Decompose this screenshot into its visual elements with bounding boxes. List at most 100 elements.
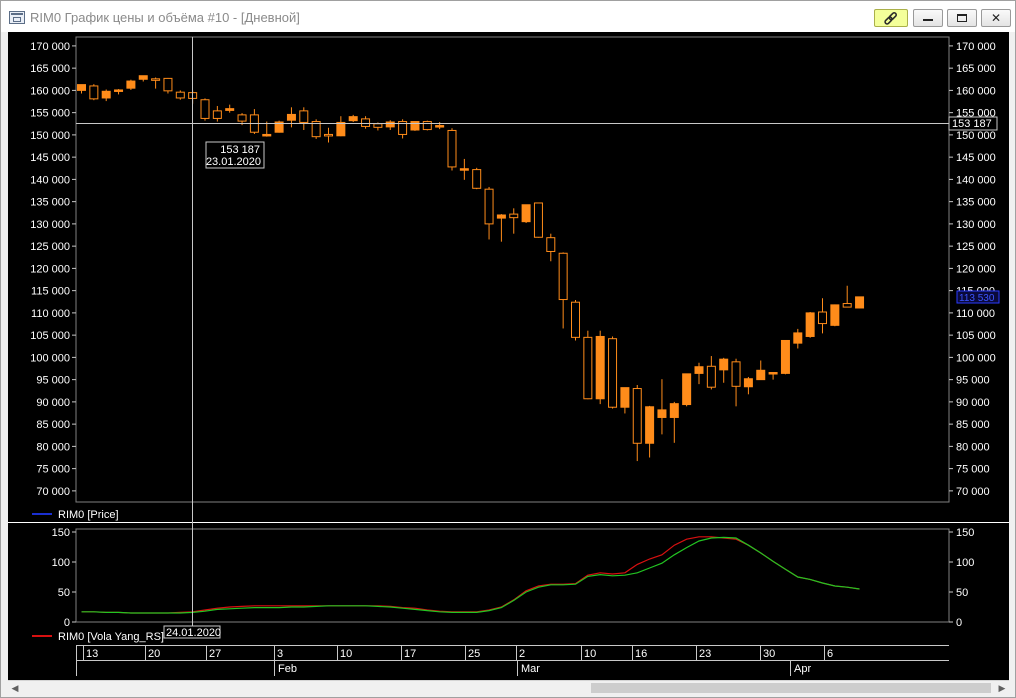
candle	[521, 204, 531, 223]
price-tick-label-right: 150 000	[956, 130, 996, 142]
candle-body-up	[114, 89, 124, 92]
candle	[348, 114, 358, 122]
day-label: 17	[404, 648, 416, 660]
price-tick-label-right: 160 000	[956, 85, 996, 97]
candle	[101, 89, 111, 102]
candle	[249, 109, 259, 135]
last-price-marker: 113 530	[956, 290, 1000, 304]
price-tick-label-left: 150 000	[30, 130, 70, 142]
candle-body-up	[657, 409, 667, 418]
candle	[768, 372, 778, 380]
candle	[793, 328, 803, 349]
price-tick-label-right: 105 000	[956, 330, 996, 342]
candle	[484, 186, 494, 240]
candle-body-up	[77, 84, 86, 91]
link-icon	[884, 12, 897, 25]
price-tick-label-left: 170 000	[30, 41, 70, 53]
candle	[756, 360, 766, 381]
close-button[interactable]: ✕	[981, 9, 1011, 27]
price-tick-label-left: 120 000	[30, 263, 70, 275]
candle-body-up	[225, 108, 235, 111]
candle	[447, 128, 457, 171]
maximize-icon	[948, 10, 976, 26]
scroll-right-arrow-icon[interactable]: ▶	[995, 682, 1009, 694]
price-tick-label-left: 80 000	[36, 441, 70, 453]
chart-area[interactable]: 70 000 75 000 80 000 85 000 90 000 95 000 100 …	[8, 32, 1009, 680]
vola-tick-label-left: 150	[52, 527, 70, 539]
candle-body-down	[533, 202, 543, 238]
candle-body-down	[151, 78, 161, 81]
price-tick-label-right: 100 000	[956, 352, 996, 364]
candle-body-up	[805, 312, 815, 337]
time-axis: 13 20 27 3 10 17 25 2 10 16 23 30 6 Feb Mar Apr	[76, 645, 949, 676]
candle	[472, 167, 482, 190]
candle-body-up	[645, 406, 655, 444]
vola-series-line	[81, 536, 860, 614]
crosshair-bottom-date-label: 24.01.2020	[166, 627, 221, 639]
day-label: 16	[635, 648, 647, 660]
vola-tick-label-right: 50	[956, 587, 968, 599]
candle	[632, 384, 642, 462]
price-tick-label-left: 130 000	[30, 219, 70, 231]
candle	[336, 116, 346, 137]
candle-body-up	[385, 121, 395, 128]
price-tick-label-left: 165 000	[30, 63, 70, 75]
candle-body-up	[694, 366, 704, 374]
candle-body-up	[286, 113, 296, 121]
candle	[138, 75, 148, 82]
minimize-button[interactable]	[913, 9, 943, 27]
month-label: Apr	[794, 663, 811, 675]
scroll-thumb[interactable]	[591, 683, 991, 693]
price-tick-label-right: 70 000	[956, 486, 990, 498]
candle-body-up	[682, 373, 692, 406]
time-axis-month-labels: Feb Mar Apr	[274, 661, 811, 676]
month-label: Feb	[278, 663, 297, 675]
crosshair: 153 187 23.01.2020 153 187 24.01.2020	[76, 37, 998, 639]
horizontal-scrollbar[interactable]: ◀ ▶	[8, 680, 1009, 694]
candle	[731, 358, 741, 407]
candle-body-up	[126, 80, 136, 89]
day-label: 20	[148, 648, 160, 660]
price-tick-label-left: 110 000	[31, 308, 70, 320]
candle-body-down	[509, 213, 519, 219]
price-y-axis-right: 70 000 75 000 80 000 85 000 90 000 95 000 100 …	[949, 41, 996, 498]
link-button[interactable]	[874, 9, 908, 27]
scroll-left-arrow-icon[interactable]: ◀	[8, 682, 22, 694]
candle	[583, 330, 593, 400]
price-tick-label-right: 85 000	[956, 419, 990, 431]
price-tick-label-left: 125 000	[30, 241, 70, 253]
candle	[89, 84, 99, 101]
title-bar[interactable]: RIM0 График цены и объёма #10 - [Дневной…	[1, 1, 1015, 32]
candle-body-down	[608, 338, 618, 408]
price-tick-label-right: 110 000	[956, 308, 995, 320]
candle	[533, 202, 543, 238]
day-label: 30	[763, 648, 775, 660]
day-label: 27	[209, 648, 221, 660]
candle	[212, 105, 222, 122]
vola-tick-label-left: 0	[64, 617, 70, 629]
crosshair-right-label: 153 187	[952, 118, 992, 130]
candle-body-up	[521, 204, 531, 223]
window-title: RIM0 График цены и объёма #10 - [Дневной…	[30, 10, 300, 25]
price-tick-label-right: 80 000	[956, 441, 990, 453]
candle	[608, 336, 618, 409]
candle	[645, 405, 655, 458]
day-label: 25	[468, 648, 480, 660]
candle	[669, 401, 679, 443]
candle-body-up	[595, 335, 605, 400]
candle	[361, 116, 371, 129]
price-tick-label-left: 100 000	[30, 352, 70, 364]
price-tick-label-right: 130 000	[956, 219, 996, 231]
candle-body-up	[855, 296, 865, 309]
vola-tick-label-left: 50	[58, 587, 70, 599]
legend-price-label: RIM0 [Price]	[58, 509, 119, 521]
price-tick-label-right: 125 000	[956, 241, 996, 253]
candle	[385, 120, 395, 130]
chart-canvas[interactable]: 70 000 75 000 80 000 85 000 90 000 95 000 100 …	[8, 32, 1009, 680]
day-label: 10	[340, 648, 352, 660]
price-tick-label-left: 95 000	[36, 375, 70, 387]
candle-body-up	[743, 378, 753, 388]
maximize-button[interactable]	[947, 9, 977, 27]
candle	[422, 120, 432, 131]
candle-body-down	[299, 110, 309, 123]
